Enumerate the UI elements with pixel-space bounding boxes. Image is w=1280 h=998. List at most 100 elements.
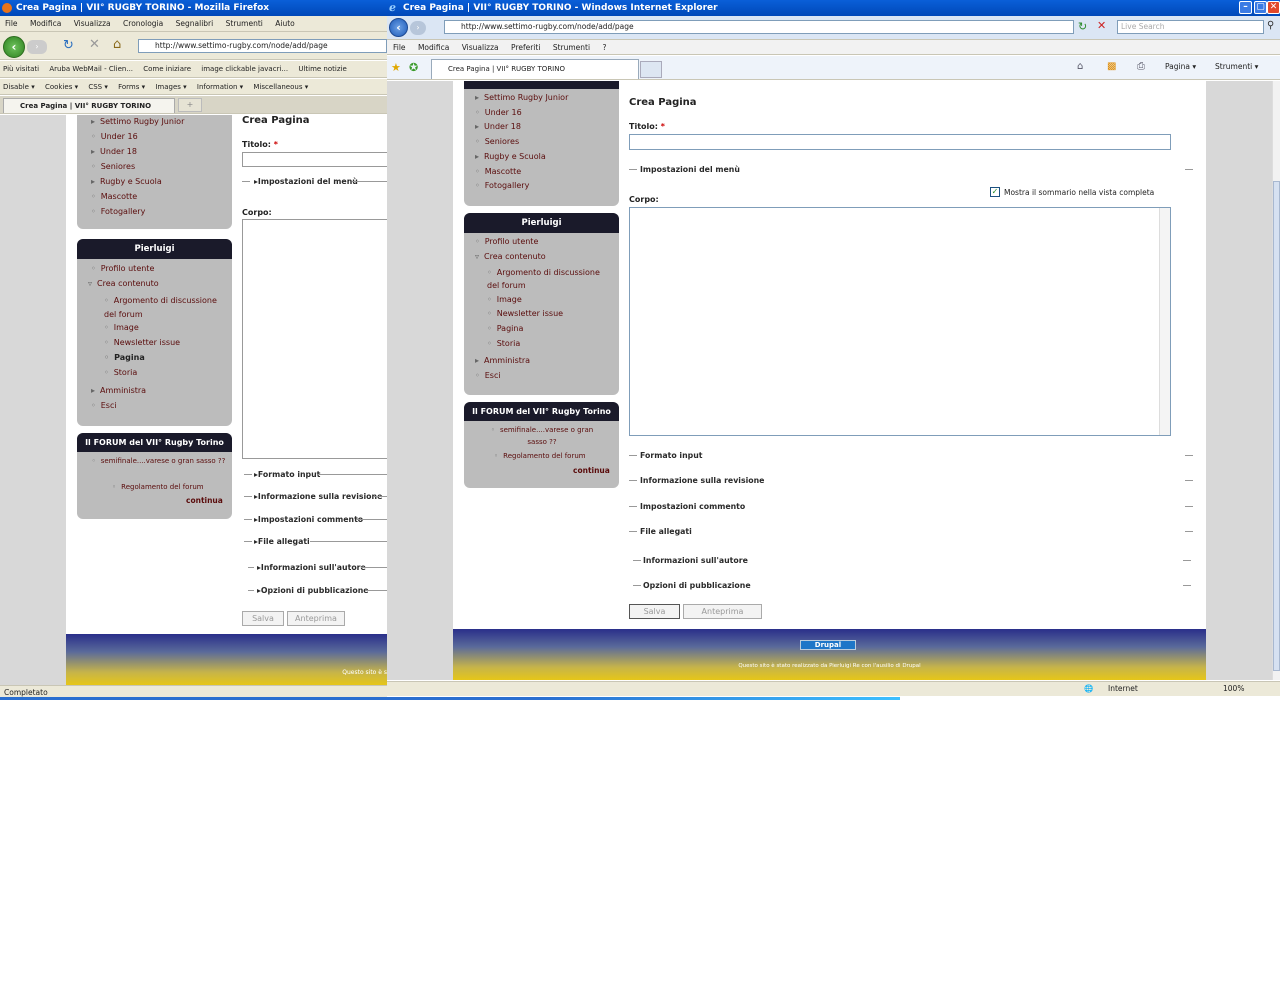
menu-settings-toggle[interactable]: ▸Impostazioni del menù: [254, 177, 358, 186]
forum-topic-link[interactable]: ◦ Regolamento del forum: [494, 452, 586, 460]
input-format-toggle[interactable]: ▸Formato input: [254, 470, 320, 479]
minimize-button[interactable]: –: [1239, 1, 1252, 14]
ie-search-input[interactable]: Live Search: [1117, 20, 1264, 34]
nav-item[interactable]: ◦ Fotogallery: [91, 207, 145, 216]
attachments-toggle[interactable]: ▸File allegati: [254, 537, 310, 546]
create-content-link[interactable]: ▿ Crea contenuto: [88, 279, 159, 288]
nav-item[interactable]: ▸ Under 18: [475, 122, 521, 131]
devbar-images[interactable]: Images ▾: [155, 83, 186, 91]
drupal-logo[interactable]: Drupal: [800, 640, 856, 650]
ie-forward-button[interactable]: ›: [410, 21, 426, 35]
menu-aiuto[interactable]: Aiuto: [275, 19, 295, 28]
create-forum-topic-link[interactable]: ◦ Argomento di discussione del forum: [104, 294, 222, 322]
ie-tab[interactable]: Crea Pagina | VII° RUGBY TORINO: [431, 59, 639, 79]
stop-icon[interactable]: ✕: [89, 37, 100, 52]
save-button[interactable]: Salva: [242, 611, 284, 626]
bookmark-item[interactable]: Ultime notizie: [298, 65, 346, 73]
user-profile-link[interactable]: ◦ Profilo utente: [475, 237, 538, 246]
save-button[interactable]: Salva: [629, 604, 680, 619]
ie-stop-icon[interactable]: ✕: [1097, 19, 1111, 33]
bookmark-item[interactable]: Più visitati: [3, 65, 39, 73]
create-story-link[interactable]: ◦ Storia: [104, 368, 137, 377]
devbar-css[interactable]: CSS ▾: [88, 83, 108, 91]
body-textarea[interactable]: [242, 219, 387, 459]
back-button[interactable]: ‹: [3, 36, 25, 58]
forum-topic-link[interactable]: ◦ semifinale....varese o gran sasso ??: [482, 424, 602, 448]
nav-item[interactable]: ▸ Settimo Rugby Junior: [91, 117, 184, 126]
home-icon[interactable]: ⌂: [1077, 61, 1083, 72]
menu-segnalibri[interactable]: Segnalibri: [176, 19, 214, 28]
nav-item[interactable]: ◦ Mascotte: [475, 167, 521, 176]
menu-strumenti[interactable]: Strumenti: [226, 19, 263, 28]
ie-refresh-icon[interactable]: ↻: [1078, 20, 1092, 34]
title-input[interactable]: [629, 134, 1171, 150]
forum-more-link[interactable]: continua: [573, 466, 610, 475]
ie-page-scrollbar[interactable]: [1272, 81, 1280, 680]
nav-item[interactable]: ▸ Rugby e Scuola: [91, 177, 162, 186]
attachments-toggle[interactable]: File allegati: [640, 527, 692, 536]
ie-back-button[interactable]: ‹: [389, 18, 408, 37]
feeds-icon[interactable]: ▩: [1107, 61, 1116, 72]
ie-scroll-thumb[interactable]: [1273, 181, 1280, 671]
forward-button[interactable]: ›: [27, 40, 47, 54]
print-icon[interactable]: ⎙: [1137, 61, 1145, 72]
forum-topic-link[interactable]: ◦ semifinale....varese o gran sasso ??: [91, 456, 226, 466]
create-newsletter-link[interactable]: ◦ Newsletter issue: [104, 338, 180, 347]
admin-link[interactable]: ▸ Amministra: [475, 356, 530, 365]
bookmark-item[interactable]: image clickable javacri...: [201, 65, 288, 73]
zoom-level[interactable]: 100%: [1223, 682, 1244, 696]
ie-url-input[interactable]: http://www.settimo-rugby.com/node/add/pa…: [444, 20, 1074, 34]
nav-item[interactable]: ◦ Fotogallery: [475, 181, 529, 190]
bookmark-item[interactable]: Come iniziare: [143, 65, 191, 73]
create-newsletter-link[interactable]: ◦ Newsletter issue: [487, 309, 563, 318]
create-page-link[interactable]: ◦ Pagina: [487, 324, 523, 333]
nav-item[interactable]: ▸ Rugby e Scuola: [475, 152, 546, 161]
menu-visualizza[interactable]: Visualizza: [74, 19, 111, 28]
input-format-toggle[interactable]: Formato input: [640, 451, 702, 460]
nav-item[interactable]: ◦ Under 16: [475, 108, 522, 117]
ie-menu-visualizza[interactable]: Visualizza: [462, 43, 499, 52]
bookmark-item[interactable]: Aruba WebMail - Clien...: [49, 65, 133, 73]
author-info-toggle[interactable]: Informazioni sull'autore: [643, 556, 748, 565]
firefox-url-input[interactable]: http://www.settimo-rugby.com/node/add/pa…: [138, 39, 387, 53]
create-image-link[interactable]: ◦ Image: [487, 295, 522, 304]
nav-item[interactable]: ▸ Settimo Rugby Junior: [475, 93, 568, 102]
devbar-information[interactable]: Information ▾: [197, 83, 243, 91]
new-tab-button[interactable]: +: [178, 98, 202, 112]
devbar-disable[interactable]: Disable ▾: [3, 83, 35, 91]
comment-settings-toggle[interactable]: Impostazioni commento: [640, 502, 745, 511]
close-button[interactable]: ✕: [1267, 1, 1280, 14]
preview-button[interactable]: Anteprima: [287, 611, 345, 626]
devbar-cookies[interactable]: Cookies ▾: [45, 83, 78, 91]
create-content-link[interactable]: ▿ Crea contenuto: [475, 252, 546, 261]
devbar-misc[interactable]: Miscellaneous ▾: [253, 83, 308, 91]
title-input[interactable]: [242, 152, 387, 167]
menu-cronologia[interactable]: Cronologia: [123, 19, 163, 28]
menu-settings-toggle[interactable]: Impostazioni del menù: [640, 165, 740, 174]
page-menu[interactable]: Pagina ▾: [1165, 62, 1196, 71]
user-profile-link[interactable]: ◦ Profilo utente: [91, 264, 154, 273]
preview-button[interactable]: Anteprima: [683, 604, 762, 619]
ie-menu-preferiti[interactable]: Preferiti: [511, 43, 540, 52]
logout-link[interactable]: ◦ Esci: [475, 371, 501, 380]
ie-menu-strumenti[interactable]: Strumenti: [553, 43, 590, 52]
menu-modifica[interactable]: Modifica: [30, 19, 61, 28]
body-textarea[interactable]: [629, 207, 1171, 436]
publishing-options-toggle[interactable]: ▸Opzioni di pubblicazione: [257, 586, 369, 595]
summary-checkbox[interactable]: ✓: [990, 187, 1000, 197]
nav-item[interactable]: ▸ Under 18: [91, 147, 137, 156]
nav-item[interactable]: ◦ Seniores: [91, 162, 135, 171]
create-forum-topic-link[interactable]: ◦ Argomento di discussione del forum: [487, 266, 607, 292]
create-page-link[interactable]: ◦ Pagina: [104, 353, 145, 362]
create-story-link[interactable]: ◦ Storia: [487, 339, 520, 348]
create-image-link[interactable]: ◦ Image: [104, 323, 139, 332]
revision-info-toggle[interactable]: ▸Informazione sulla revisione: [254, 492, 382, 501]
favorites-star-icon[interactable]: ★: [391, 61, 401, 74]
comment-settings-toggle[interactable]: ▸Impostazioni commento: [254, 515, 363, 524]
tools-menu[interactable]: Strumenti ▾: [1215, 62, 1258, 71]
maximize-button[interactable]: ▢: [1254, 1, 1267, 14]
logout-link[interactable]: ◦ Esci: [91, 401, 117, 410]
ie-new-tab-button[interactable]: [640, 61, 662, 78]
ie-search-icon[interactable]: ⚲: [1267, 20, 1274, 31]
ie-menu-modifica[interactable]: Modifica: [418, 43, 449, 52]
